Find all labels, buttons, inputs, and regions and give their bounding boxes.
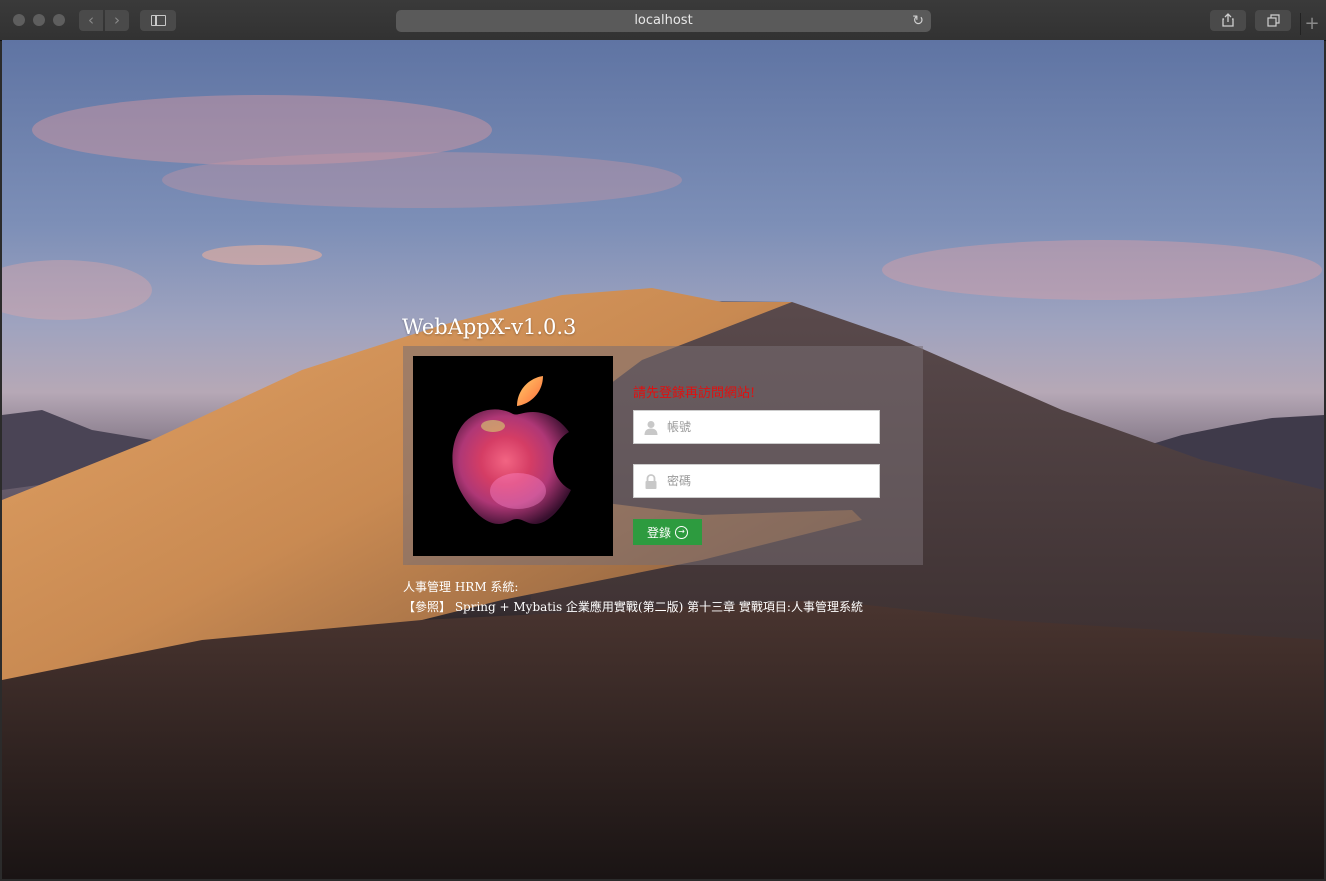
browser-window: ‹ › localhost ↻ + WebAppX-v1.0.3 請先登錄再訪問… <box>0 0 1326 881</box>
logo-image <box>413 356 613 556</box>
plus-icon: + <box>1304 13 1320 34</box>
back-button[interactable]: ‹ <box>79 10 103 31</box>
reference-text: 【參照】 Spring + Mybatis 企業應用實戰(第二版) 第十三章 實… <box>403 600 863 614</box>
reload-icon[interactable]: ↻ <box>912 10 924 32</box>
apple-logo-icon <box>452 376 571 524</box>
password-input[interactable] <box>667 465 872 497</box>
username-input[interactable] <box>667 411 872 443</box>
minimize-window-button[interactable] <box>33 14 45 26</box>
url-text: localhost <box>634 13 693 28</box>
chevron-right-icon: › <box>114 11 120 29</box>
login-button-label: 登錄 <box>646 525 671 540</box>
system-title: 人事管理 HRM 系統: <box>403 580 519 594</box>
user-icon <box>644 421 658 435</box>
close-window-button[interactable] <box>13 14 25 26</box>
sidebar-icon <box>151 15 166 26</box>
login-panel: 請先登錄再訪問網站! 登錄 → <box>403 346 923 565</box>
tabs-overview-icon <box>1266 14 1280 27</box>
chevron-left-icon: ‹ <box>88 11 94 29</box>
browser-toolbar: ‹ › localhost ↻ + <box>0 0 1326 41</box>
forward-button[interactable]: › <box>105 10 129 31</box>
page-viewport: WebAppX-v1.0.3 請先登錄再訪問網站! 帳號 登錄 → 人事管理 H… <box>2 40 1324 879</box>
zoom-window-button[interactable] <box>53 14 65 26</box>
share-icon <box>1222 13 1234 27</box>
username-field[interactable] <box>633 410 880 444</box>
app-title: WebAppX-v1.0.3 <box>402 315 577 339</box>
sidebar-toggle-button[interactable] <box>140 10 176 31</box>
arrow-circle-right-icon: → <box>675 525 688 539</box>
lock-icon <box>645 474 657 489</box>
address-bar[interactable]: localhost ↻ <box>396 10 931 32</box>
login-button[interactable]: 登錄 → <box>633 519 702 545</box>
share-button[interactable] <box>1210 10 1246 31</box>
new-tab-button[interactable]: + <box>1300 13 1323 35</box>
password-field[interactable] <box>633 464 880 498</box>
error-message: 請先登錄再訪問網站! <box>633 386 756 401</box>
tabs-overview-button[interactable] <box>1255 10 1291 31</box>
